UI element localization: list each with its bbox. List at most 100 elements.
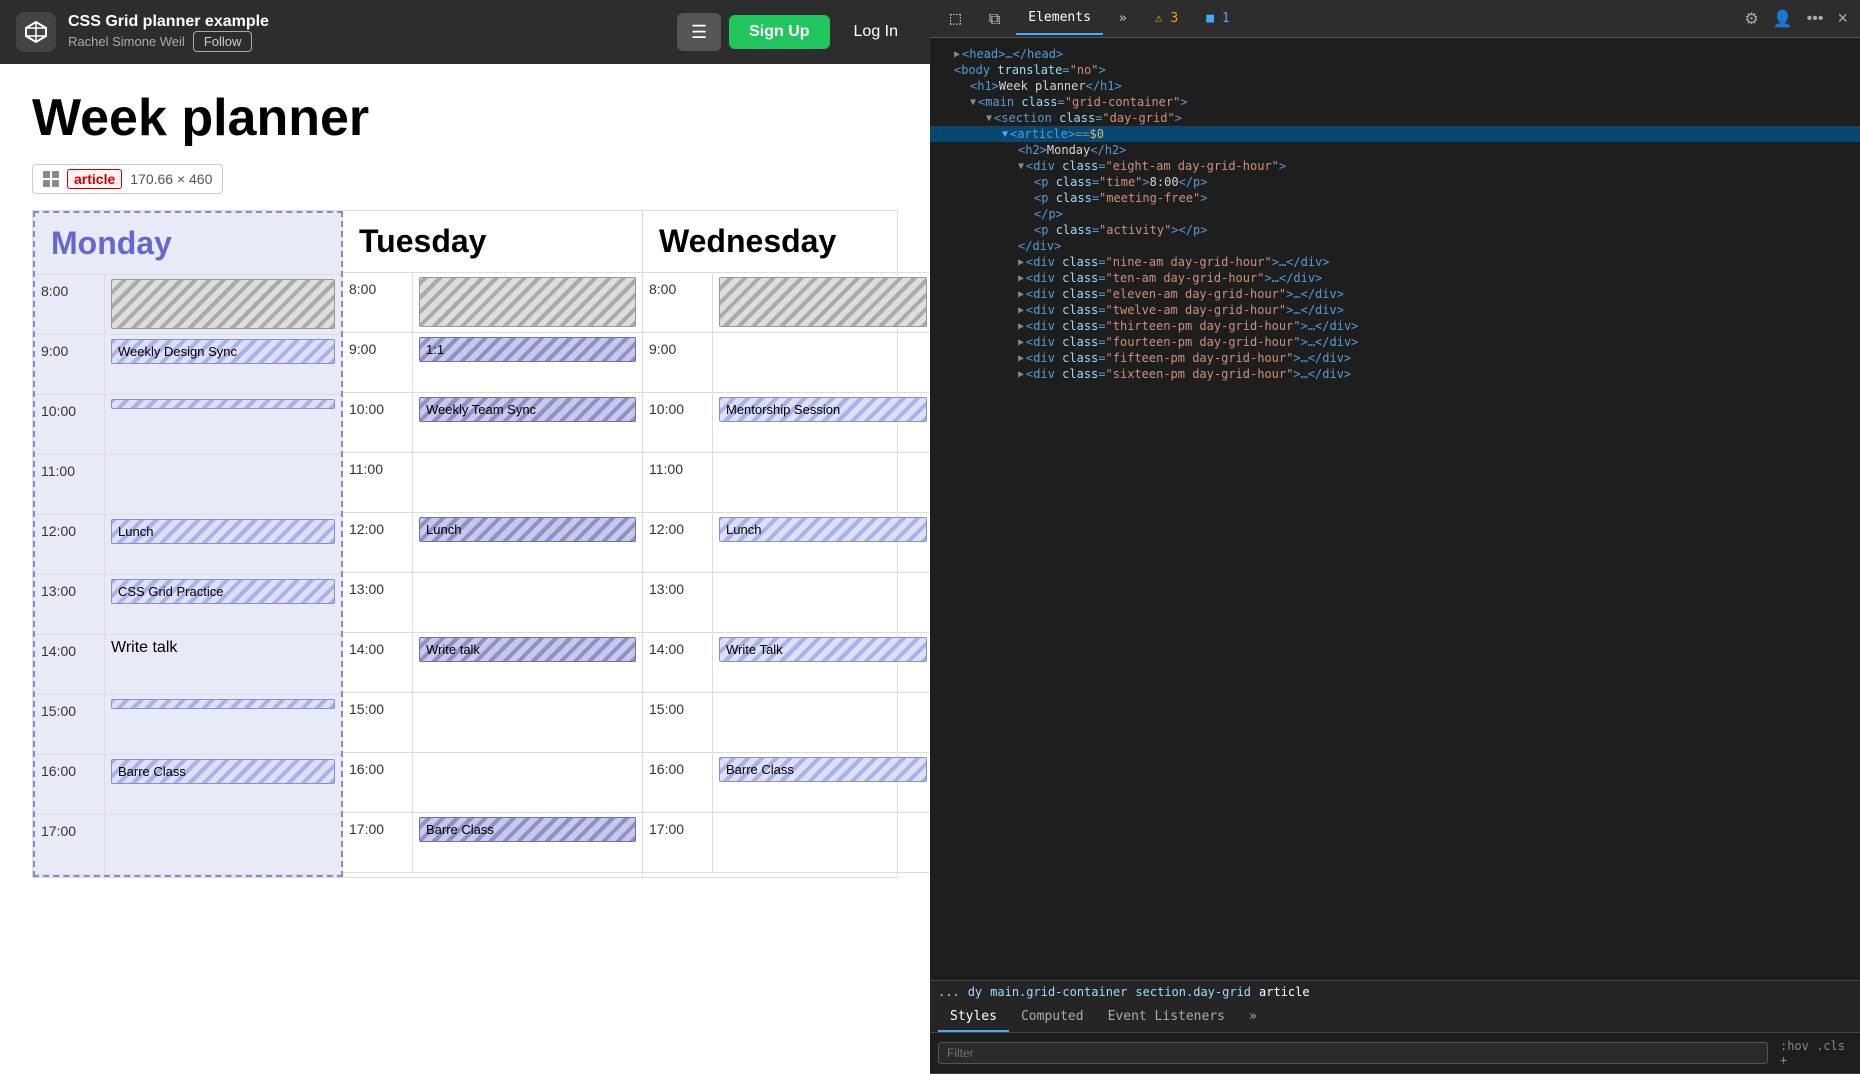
event-content [413,753,642,812]
event-content: Write talk [413,633,642,692]
devtools-close-button[interactable]: × [1833,4,1852,33]
event-content: Weekly Design Sync [105,335,341,394]
event-content: Barre Class [105,755,341,814]
event-content: Lunch [105,515,341,574]
time-label: 9:00 [35,335,105,394]
tree-h2[interactable]: <h2>Monday</h2> [930,142,1860,158]
tree-p-meeting-free-close[interactable]: </p> [930,206,1860,222]
time-label: 12:00 [343,513,413,572]
tree-fourteen-pm[interactable]: ▶ <div class="fourteen-pm day-grid-hour"… [930,334,1860,350]
wednesday-8am: 8:00 [643,273,930,333]
tree-arrow: ▶ [1018,321,1024,332]
tree-twelve-am[interactable]: ▶ <div class="twelve-am day-grid-hour">…… [930,302,1860,318]
lunch-event: Lunch [719,517,927,542]
time-label: 10:00 [35,395,105,454]
signup-button[interactable]: Sign Up [729,15,829,49]
devtools-info-badge[interactable]: ■ 1 [1194,3,1241,34]
devtools-user-button[interactable]: 👤 [1769,5,1797,33]
event-content: 1:1 [413,333,642,392]
event-content [713,573,930,632]
lunch-event: Lunch [419,517,636,542]
breadcrumb-section[interactable]: section.day-grid [1135,985,1251,999]
devtools-cursor-icon[interactable]: ⬚ [938,0,973,37]
tree-body[interactable]: <body translate="no"> [930,62,1860,78]
styles-filter-input[interactable] [938,1042,1768,1064]
devtools-settings-button[interactable]: ⚙ [1740,5,1762,33]
tree-eight-am[interactable]: ▼ <div class="eight-am day-grid-hour"> [930,158,1860,174]
devtools-more-button[interactable]: ••• [1803,6,1828,32]
tree-sixteen-pm[interactable]: ▶ <div class="sixteen-pm day-grid-hour">… [930,366,1860,382]
tree-main[interactable]: ▼ <main class="grid-container"> [930,94,1860,110]
tree-p-meeting-free[interactable]: <p class="meeting-free"> [930,190,1860,206]
app-info: CSS Grid planner example Rachel Simone W… [68,13,665,52]
tree-arrow: ▶ [1018,273,1024,284]
login-button[interactable]: Log In [838,15,914,49]
event-content: Barre Class [713,753,930,812]
styles-computed-tabs: Styles Computed Event Listeners » [930,1003,1860,1033]
tree-thirteen-pm[interactable]: ▶ <div class="thirteen-pm day-grid-hour"… [930,318,1860,334]
event-content [713,693,930,752]
breadcrumb-dots[interactable]: ... [938,985,960,999]
tab-styles[interactable]: Styles [938,1003,1009,1032]
barre-class-event: Barre Class [111,759,335,784]
tree-p-activity[interactable]: <p class="activity"></p> [930,222,1860,238]
tree-h1[interactable]: <h1>Week planner</h1> [930,78,1860,94]
tree-arrow: ▼ [970,97,976,108]
time-label: 16:00 [643,753,713,812]
devtools-elements-tab[interactable]: Elements [1016,2,1103,35]
time-label: 11:00 [35,455,105,514]
time-label: 8:00 [35,275,105,334]
tuesday-8am: 8:00 [343,273,642,333]
event-content [105,395,341,454]
event-content: CSS Grid Practice [105,575,341,634]
element-badge: article 170.66 × 460 [32,164,223,194]
follow-button[interactable]: Follow [193,31,253,52]
time-label: 13:00 [343,573,413,632]
time-label: 12:00 [643,513,713,572]
tree-section[interactable]: ▼ <section class="day-grid"> [930,110,1860,126]
logo-icon [16,12,56,52]
event-content: Lunch [413,513,642,572]
devtools-device-icon[interactable]: ⧉ [977,1,1012,37]
breadcrumb-main[interactable]: main.grid-container [990,985,1127,999]
tree-nine-am[interactable]: ▶ <div class="nine-am day-grid-hour">…</… [930,254,1860,270]
hamburger-button[interactable]: ☰ [677,13,721,51]
wednesday-2pm: 14:00 Write Talk [643,633,930,693]
app-subtitle: Rachel Simone Weil Follow [68,31,665,52]
tree-p-time[interactable]: <p class="time">8:00</p> [930,174,1860,190]
tree-arrow: ▶ [1018,369,1024,380]
tab-computed[interactable]: Computed [1009,1003,1096,1032]
tuesday-4pm: 16:00 [343,753,642,813]
devtools-breadcrumb-bar: ... dy main.grid-container section.day-g… [930,980,1860,1003]
tree-ten-am[interactable]: ▶ <div class="ten-am day-grid-hour">…</d… [930,270,1860,286]
tuesday-11am: 11:00 [343,453,642,513]
one-on-one-event: 1:1 [419,337,636,362]
tab-more[interactable]: » [1237,1003,1269,1032]
event-content [713,453,930,512]
time-label: 12:00 [35,515,105,574]
time-label: 15:00 [643,693,713,752]
elements-tree[interactable]: ▶ <head>…</head> <body translate="no"> <… [930,38,1860,980]
time-label: 11:00 [343,453,413,512]
top-bar: CSS Grid planner example Rachel Simone W… [0,0,930,64]
tab-event-listeners[interactable]: Event Listeners [1096,1003,1237,1032]
devtools-warning-badge[interactable]: ⚠ 3 [1143,3,1190,34]
wednesday-3pm: 15:00 [643,693,930,753]
time-label: 8:00 [343,273,413,332]
tree-div-close[interactable]: </div> [930,238,1860,254]
event-content: Write Talk [713,633,930,692]
barre-class-event: Barre Class [719,757,927,782]
tree-head[interactable]: ▶ <head>…</head> [930,46,1860,62]
devtools-more-tabs-icon[interactable]: » [1107,3,1139,34]
breadcrumb-dy[interactable]: dy [968,985,982,999]
breadcrumb-article[interactable]: article [1259,985,1310,999]
time-label: 11:00 [643,453,713,512]
tree-eleven-am[interactable]: ▶ <div class="eleven-am day-grid-hour">…… [930,286,1860,302]
devtools-action-icons: ⚙ 👤 ••• × [1740,4,1852,33]
tree-arrow: ▶ [1018,257,1024,268]
tree-article-selected[interactable]: ▼ <article> == $0 [930,126,1860,142]
monday-11am: 11:00 [35,455,341,515]
time-label: 17:00 [35,815,105,874]
tree-fifteen-pm[interactable]: ▶ <div class="fifteen-pm day-grid-hour">… [930,350,1860,366]
time-label: 14:00 [643,633,713,692]
